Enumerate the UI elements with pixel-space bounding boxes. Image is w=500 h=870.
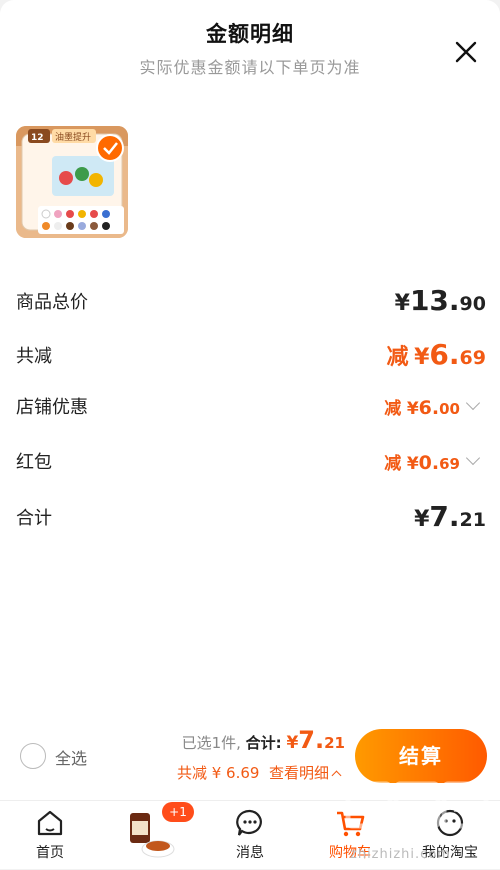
- row-label: 商品总价: [16, 291, 88, 313]
- chevron-up-icon: [331, 770, 342, 781]
- row-value: ¥13.90: [394, 284, 486, 317]
- tab-home[interactable]: 首页: [0, 801, 100, 870]
- amount-detail-sheet: 金额明细 实际优惠金额请以下单页为准 12 油墨提升 商品总价 ¥13.90 共…: [0, 0, 500, 800]
- price-row-shop-coupon[interactable]: 店铺优惠 减 ¥6.00: [16, 393, 486, 419]
- product-tag-text: 油墨提升: [55, 131, 91, 143]
- price-row-sum: 合计 ¥7.21: [16, 500, 486, 533]
- row-label: 红包: [16, 452, 52, 473]
- tab-label: 消息: [236, 845, 264, 861]
- price-row-discount: 共减 减 ¥6.69: [16, 338, 486, 371]
- tab-label: 首页: [36, 845, 64, 861]
- select-all-radio[interactable]: [20, 743, 46, 769]
- sheet-subtitle: 实际优惠金额请以下单页为准: [139, 58, 361, 77]
- row-value: 减 ¥6.00: [384, 394, 486, 419]
- row-value: 减 ¥0.69: [384, 449, 486, 474]
- close-icon[interactable]: [452, 38, 480, 66]
- row-label: 共减: [16, 345, 52, 367]
- home-icon: [37, 810, 63, 836]
- select-all-label[interactable]: 全选: [55, 745, 87, 769]
- product-tag-count: 12: [31, 133, 44, 143]
- sheet-header: 金额明细 实际优惠金额请以下单页为准: [0, 18, 500, 78]
- row-value: 减 ¥6.69: [386, 338, 486, 371]
- chevron-down-icon: [465, 395, 481, 410]
- message-icon: [236, 809, 262, 836]
- chevron-down-icon: [465, 450, 481, 465]
- view-detail-link[interactable]: 共减 ¥ 6.69 查看明细: [177, 762, 342, 783]
- watermark-text: zhizhizhi.com: [350, 847, 451, 862]
- checkout-button[interactable]: 结算: [355, 729, 487, 783]
- selected-summary: 已选1件, 合计: ¥7.21: [181, 726, 345, 754]
- tab-messages[interactable]: 消息: [200, 801, 300, 870]
- sheet-title: 金额明细: [206, 22, 294, 46]
- product-image[interactable]: 12 油墨提升: [16, 126, 128, 238]
- row-value: ¥7.21: [414, 500, 486, 533]
- row-label: 合计: [16, 507, 52, 529]
- price-row-total: 商品总价 ¥13.90: [16, 284, 486, 317]
- row-label: 店铺优惠: [16, 397, 88, 418]
- cart-add-badge: +1: [162, 802, 194, 822]
- price-row-red-packet[interactable]: 红包 减 ¥0.69: [16, 448, 486, 474]
